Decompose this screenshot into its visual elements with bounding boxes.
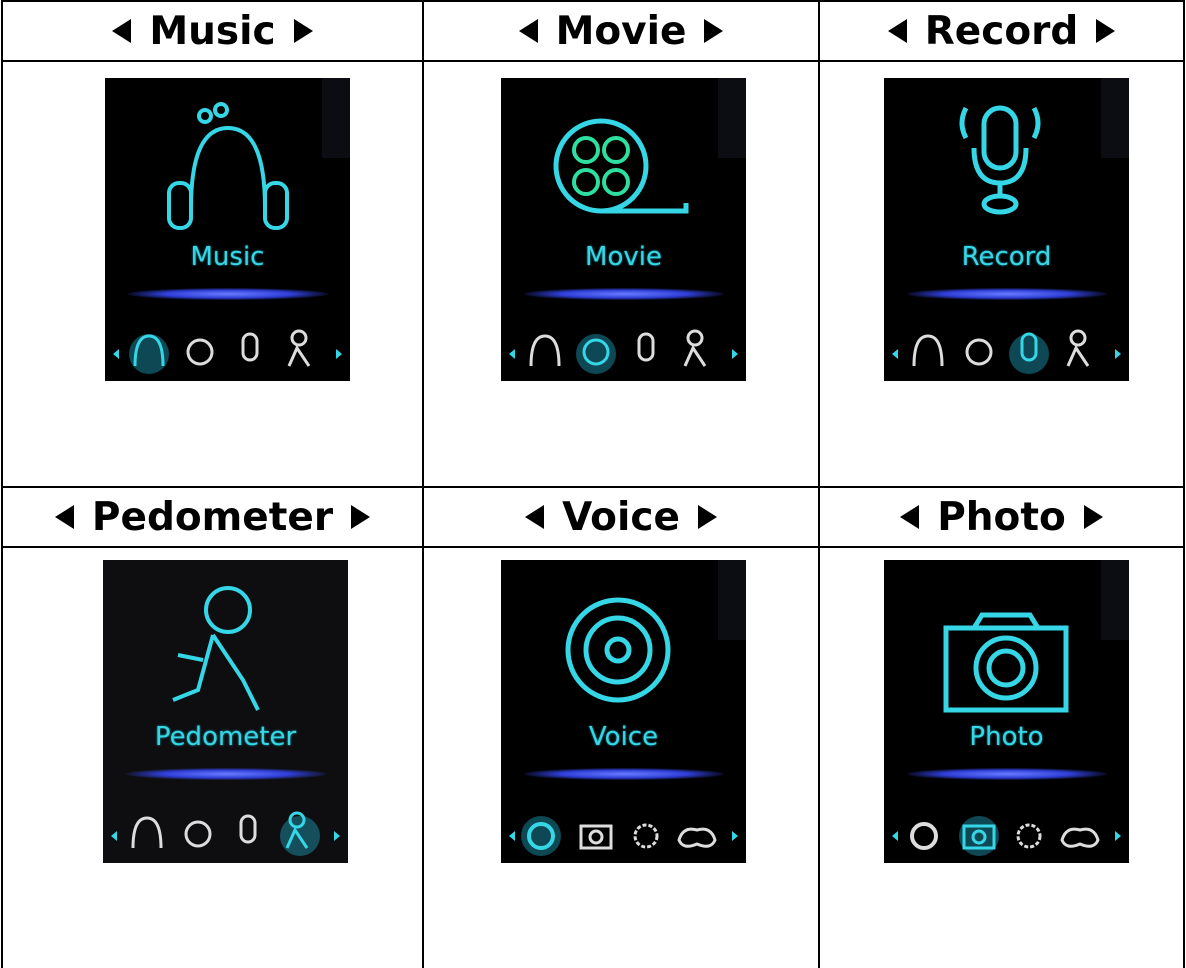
scroll-indicator (1101, 560, 1129, 640)
cell-record: Record (820, 62, 1185, 488)
header-label: Movie (555, 8, 687, 54)
glow-bar (125, 768, 326, 780)
screen-caption: Record (961, 242, 1052, 272)
header-music: Music (1, 2, 424, 62)
icon-bar (892, 816, 1121, 856)
header-pedometer: Pedometer (1, 488, 424, 548)
header-voice: Voice (424, 488, 820, 548)
header-label: Record (924, 8, 1079, 54)
left-arrow-icon (525, 505, 545, 529)
menu-reference-table: Music Movie Record Music Movie Record Pe… (1, 0, 1185, 968)
screen-caption: Pedometer (154, 722, 297, 752)
glow-bar (906, 768, 1107, 780)
cell-music: Music (1, 62, 424, 488)
left-arrow-icon (887, 19, 907, 43)
screen-voice: Voice (501, 560, 746, 863)
screen-caption: Music (190, 242, 265, 272)
right-arrow-icon (697, 505, 717, 529)
right-arrow-icon (293, 19, 313, 43)
scroll-indicator (1101, 78, 1129, 158)
glow-bar (523, 288, 724, 300)
screen-caption: Voice (588, 722, 659, 752)
scroll-indicator (322, 78, 350, 158)
right-arrow-icon (1083, 505, 1103, 529)
screen-pedometer: Pedometer (103, 560, 348, 863)
left-arrow-icon (112, 19, 132, 43)
glow-bar (127, 288, 328, 300)
screen-movie: Movie (501, 78, 746, 381)
icon-bar (892, 329, 1121, 374)
screen-record: Record (884, 78, 1129, 381)
header-label: Photo (937, 494, 1066, 540)
left-arrow-icon (518, 19, 538, 43)
right-arrow-icon (1096, 19, 1116, 43)
right-arrow-icon (704, 19, 724, 43)
header-record: Record (820, 2, 1185, 62)
screen-music: Music (105, 78, 350, 381)
cell-photo: Photo (820, 548, 1185, 968)
scroll-indicator (718, 560, 746, 640)
header-label: Voice (562, 494, 680, 540)
header-label: Pedometer (91, 494, 334, 540)
icon-bar (509, 816, 738, 856)
screen-caption: Photo (969, 722, 1044, 752)
header-photo: Photo (820, 488, 1185, 548)
icon-bar (509, 329, 738, 374)
screen-caption: Movie (585, 242, 662, 272)
header-movie: Movie (424, 2, 820, 62)
scroll-indicator (718, 78, 746, 158)
cell-voice: Voice (424, 548, 820, 968)
header-label: Music (149, 8, 276, 54)
glow-bar (906, 288, 1107, 300)
right-arrow-icon (351, 505, 371, 529)
left-arrow-icon (900, 505, 920, 529)
cell-pedometer: Pedometer (1, 548, 424, 968)
left-arrow-icon (54, 505, 74, 529)
cell-movie: Movie (424, 62, 820, 488)
icon-bar (111, 811, 340, 856)
screen-photo: Photo (884, 560, 1129, 863)
icon-bar (113, 329, 342, 374)
glow-bar (523, 768, 724, 780)
